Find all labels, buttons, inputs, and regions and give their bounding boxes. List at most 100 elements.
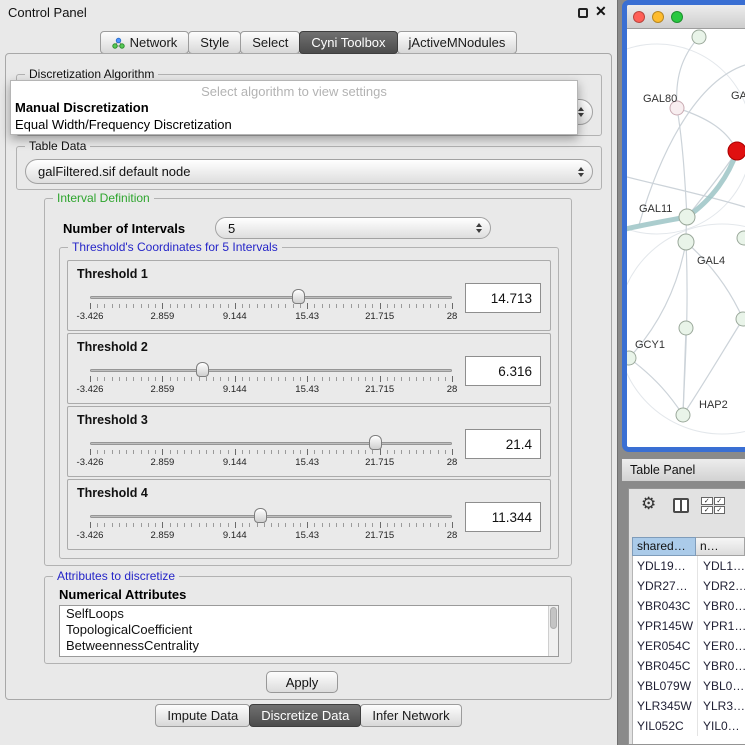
traffic-close-button[interactable] bbox=[633, 11, 645, 23]
group-label: Interval Definition bbox=[53, 191, 154, 205]
attribute-item[interactable]: SelfLoops bbox=[60, 606, 558, 622]
cell-shared-name[interactable]: YIL052C bbox=[633, 716, 697, 736]
algorithm-option[interactable]: Manual Discretization bbox=[11, 99, 577, 116]
table-row[interactable]: YDL19…YDL1… bbox=[633, 556, 745, 576]
threshold-value-field[interactable]: 14.713 bbox=[465, 283, 541, 313]
network-window-titlebar[interactable] bbox=[627, 5, 745, 29]
network-node[interactable] bbox=[679, 321, 693, 335]
network-node[interactable] bbox=[679, 209, 695, 225]
tab-cyni-toolbox[interactable]: Cyni Toolbox bbox=[299, 31, 397, 54]
network-node[interactable] bbox=[678, 234, 694, 250]
table-row[interactable]: YDR27…YDR2… bbox=[633, 576, 745, 596]
cell-name[interactable]: YBR0… bbox=[697, 656, 745, 676]
slider-tick bbox=[119, 304, 120, 308]
slider-thumb[interactable] bbox=[254, 508, 267, 523]
table-row[interactable]: YBR045CYBR0… bbox=[633, 656, 745, 676]
combo-arrows-icon[interactable] bbox=[578, 164, 584, 180]
threshold-value-field[interactable]: 21.4 bbox=[465, 429, 541, 459]
close-icon[interactable]: ✕ bbox=[595, 3, 607, 20]
slider-track[interactable] bbox=[90, 369, 452, 372]
cell-name[interactable]: YBR0… bbox=[697, 596, 745, 616]
cell-name[interactable]: YER0… bbox=[697, 636, 745, 656]
apply-button[interactable]: Apply bbox=[266, 671, 338, 693]
tab-label: Cyni Toolbox bbox=[311, 35, 385, 50]
slider-track[interactable] bbox=[90, 515, 452, 518]
cell-name[interactable]: YDL1… bbox=[697, 556, 745, 576]
float-window-icon[interactable] bbox=[578, 8, 588, 18]
slider-tick bbox=[278, 450, 279, 454]
tab-jactivemnodules[interactable]: jActiveMNodules bbox=[397, 31, 518, 54]
slider-tick bbox=[112, 523, 113, 527]
tab-infer-network[interactable]: Infer Network bbox=[360, 704, 461, 727]
cell-shared-name[interactable]: YDR27… bbox=[633, 576, 697, 596]
cell-name[interactable]: YBL0… bbox=[697, 676, 745, 696]
cell-shared-name[interactable]: YBR043C bbox=[633, 596, 697, 616]
slider-tick bbox=[401, 304, 402, 308]
table-row[interactable]: YPR145WYPR1… bbox=[633, 616, 745, 636]
threshold-value-field[interactable]: 6.316 bbox=[465, 356, 541, 386]
column-header-shared-name[interactable]: shared… bbox=[632, 537, 696, 556]
cell-shared-name[interactable]: YBR045C bbox=[633, 656, 697, 676]
network-node[interactable] bbox=[736, 312, 745, 326]
slider-tick bbox=[170, 450, 171, 454]
algorithm-option-list: Manual DiscretizationEqual Width/Frequen… bbox=[11, 99, 577, 133]
settings-gear-icon[interactable]: ⚙ bbox=[641, 494, 656, 514]
cell-name[interactable]: YLR3… bbox=[697, 696, 745, 716]
tab-style[interactable]: Style bbox=[188, 31, 241, 54]
list-scrollbar[interactable] bbox=[548, 606, 558, 656]
table-row[interactable]: YER054CYER0… bbox=[633, 636, 745, 656]
cell-shared-name[interactable]: YBL079W bbox=[633, 676, 697, 696]
slider-track[interactable] bbox=[90, 296, 452, 299]
slider-tick bbox=[293, 304, 294, 308]
column-header-name[interactable]: n… bbox=[696, 537, 745, 556]
table-row[interactable]: YBR043CYBR0… bbox=[633, 596, 745, 616]
slider-tick bbox=[372, 377, 373, 381]
slider-tick bbox=[372, 304, 373, 308]
network-node[interactable] bbox=[627, 351, 636, 365]
slider-tick bbox=[242, 304, 243, 308]
cell-shared-name[interactable]: YDL19… bbox=[633, 556, 697, 576]
select-attributes-icon[interactable]: ✓✓✓✓ bbox=[701, 497, 725, 514]
network-node[interactable] bbox=[737, 231, 745, 245]
slider-tick bbox=[314, 304, 315, 308]
tab-impute-data[interactable]: Impute Data bbox=[155, 704, 250, 727]
cell-name[interactable]: YPR1… bbox=[697, 616, 745, 636]
network-node[interactable] bbox=[676, 408, 690, 422]
slider-track[interactable] bbox=[90, 442, 452, 445]
cell-shared-name[interactable]: YER054C bbox=[633, 636, 697, 656]
traffic-minimize-button[interactable] bbox=[652, 11, 664, 23]
tab-network[interactable]: Network bbox=[100, 31, 190, 54]
cell-name[interactable]: YDR2… bbox=[697, 576, 745, 596]
cell-name[interactable]: YIL0… bbox=[697, 716, 745, 736]
cell-shared-name[interactable]: YPR145W bbox=[633, 616, 697, 636]
slider-scale-label: 21.715 bbox=[365, 311, 394, 322]
traffic-zoom-button[interactable] bbox=[671, 11, 683, 23]
combo-arrows-icon[interactable] bbox=[578, 104, 584, 120]
table-data-combo[interactable]: galFiltered.sif default node bbox=[25, 159, 593, 184]
slider-tick bbox=[300, 377, 301, 381]
cell-shared-name[interactable]: YLR345W bbox=[633, 696, 697, 716]
top-tab-bar: NetworkStyleSelect Cyni Toolbox jActiveMNo… bbox=[0, 31, 618, 54]
tab-discretize-data[interactable]: Discretize Data bbox=[249, 704, 361, 727]
slider-tick bbox=[452, 303, 453, 309]
network-canvas[interactable]: GAL80GAGAL11GAL4GCY1HAP2 bbox=[627, 29, 745, 446]
network-node[interactable] bbox=[692, 30, 706, 44]
attribute-item[interactable]: TopologicalCoefficient bbox=[60, 622, 558, 638]
column-layout-icon[interactable] bbox=[673, 498, 689, 513]
table-row[interactable]: YLR345WYLR3… bbox=[633, 696, 745, 716]
threshold-value-field[interactable]: 11.344 bbox=[465, 502, 541, 532]
slider-tick bbox=[358, 450, 359, 454]
number-of-intervals-combo[interactable]: 5 bbox=[215, 217, 491, 239]
table-row[interactable]: YIL052CYIL0… bbox=[633, 716, 745, 736]
network-graph[interactable]: GAL80GAGAL11GAL4GCY1HAP2 bbox=[627, 29, 745, 446]
slider-thumb[interactable] bbox=[292, 289, 305, 304]
slider-thumb[interactable] bbox=[196, 362, 209, 377]
tab-select[interactable]: Select bbox=[240, 31, 300, 54]
table-row[interactable]: YBL079WYBL0… bbox=[633, 676, 745, 696]
combo-arrows-icon[interactable] bbox=[476, 220, 482, 236]
network-node[interactable] bbox=[728, 142, 745, 160]
scrollbar-thumb[interactable] bbox=[550, 607, 557, 629]
algorithm-option[interactable]: Equal Width/Frequency Discretization bbox=[11, 116, 577, 133]
attribute-item[interactable]: BetweennessCentrality bbox=[60, 638, 558, 654]
slider-thumb[interactable] bbox=[369, 435, 382, 450]
